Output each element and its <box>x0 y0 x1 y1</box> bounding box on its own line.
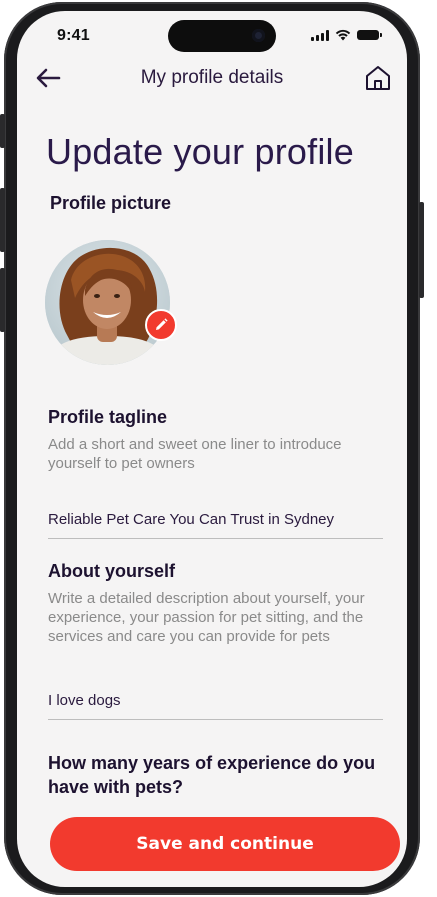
cellular-signal-icon <box>311 29 329 41</box>
profile-picture-label: Profile picture <box>50 193 172 213</box>
save-and-continue-button[interactable]: Save and continue <box>50 817 400 871</box>
camera-icon <box>252 29 265 42</box>
edit-photo-button[interactable] <box>145 309 177 341</box>
power-button <box>419 202 424 298</box>
avatar <box>45 240 170 365</box>
tagline-hint: Add a short and sweet one liner to intro… <box>48 436 342 472</box>
pencil-icon <box>156 318 168 330</box>
about-input[interactable]: I love dogs <box>48 692 383 720</box>
screen: 9:41 My profile details Update your prof… <box>17 11 407 887</box>
status-icons <box>311 29 382 41</box>
dynamic-island <box>168 20 276 52</box>
wifi-icon <box>335 29 351 41</box>
silent-switch <box>0 114 5 148</box>
about-hint: Write a detailed description about yours… <box>48 590 365 645</box>
page-header-title: My profile details <box>140 67 284 88</box>
phone-frame: 9:41 My profile details Update your prof… <box>0 2 424 895</box>
about-label: About yourself <box>48 561 176 581</box>
profile-photo <box>45 240 170 365</box>
tagline-label: Profile tagline <box>48 407 168 427</box>
home-icon <box>366 66 390 90</box>
tagline-input[interactable]: Reliable Pet Care You Can Trust in Sydne… <box>48 511 383 539</box>
home-button[interactable] <box>363 64 393 92</box>
volume-down-button <box>0 268 5 332</box>
page-title: Update your profile <box>46 131 354 172</box>
battery-icon <box>357 30 382 40</box>
status-time: 9:41 <box>57 27 90 44</box>
volume-up-button <box>0 188 5 252</box>
experience-question: How many years of experience do you have… <box>48 753 376 797</box>
